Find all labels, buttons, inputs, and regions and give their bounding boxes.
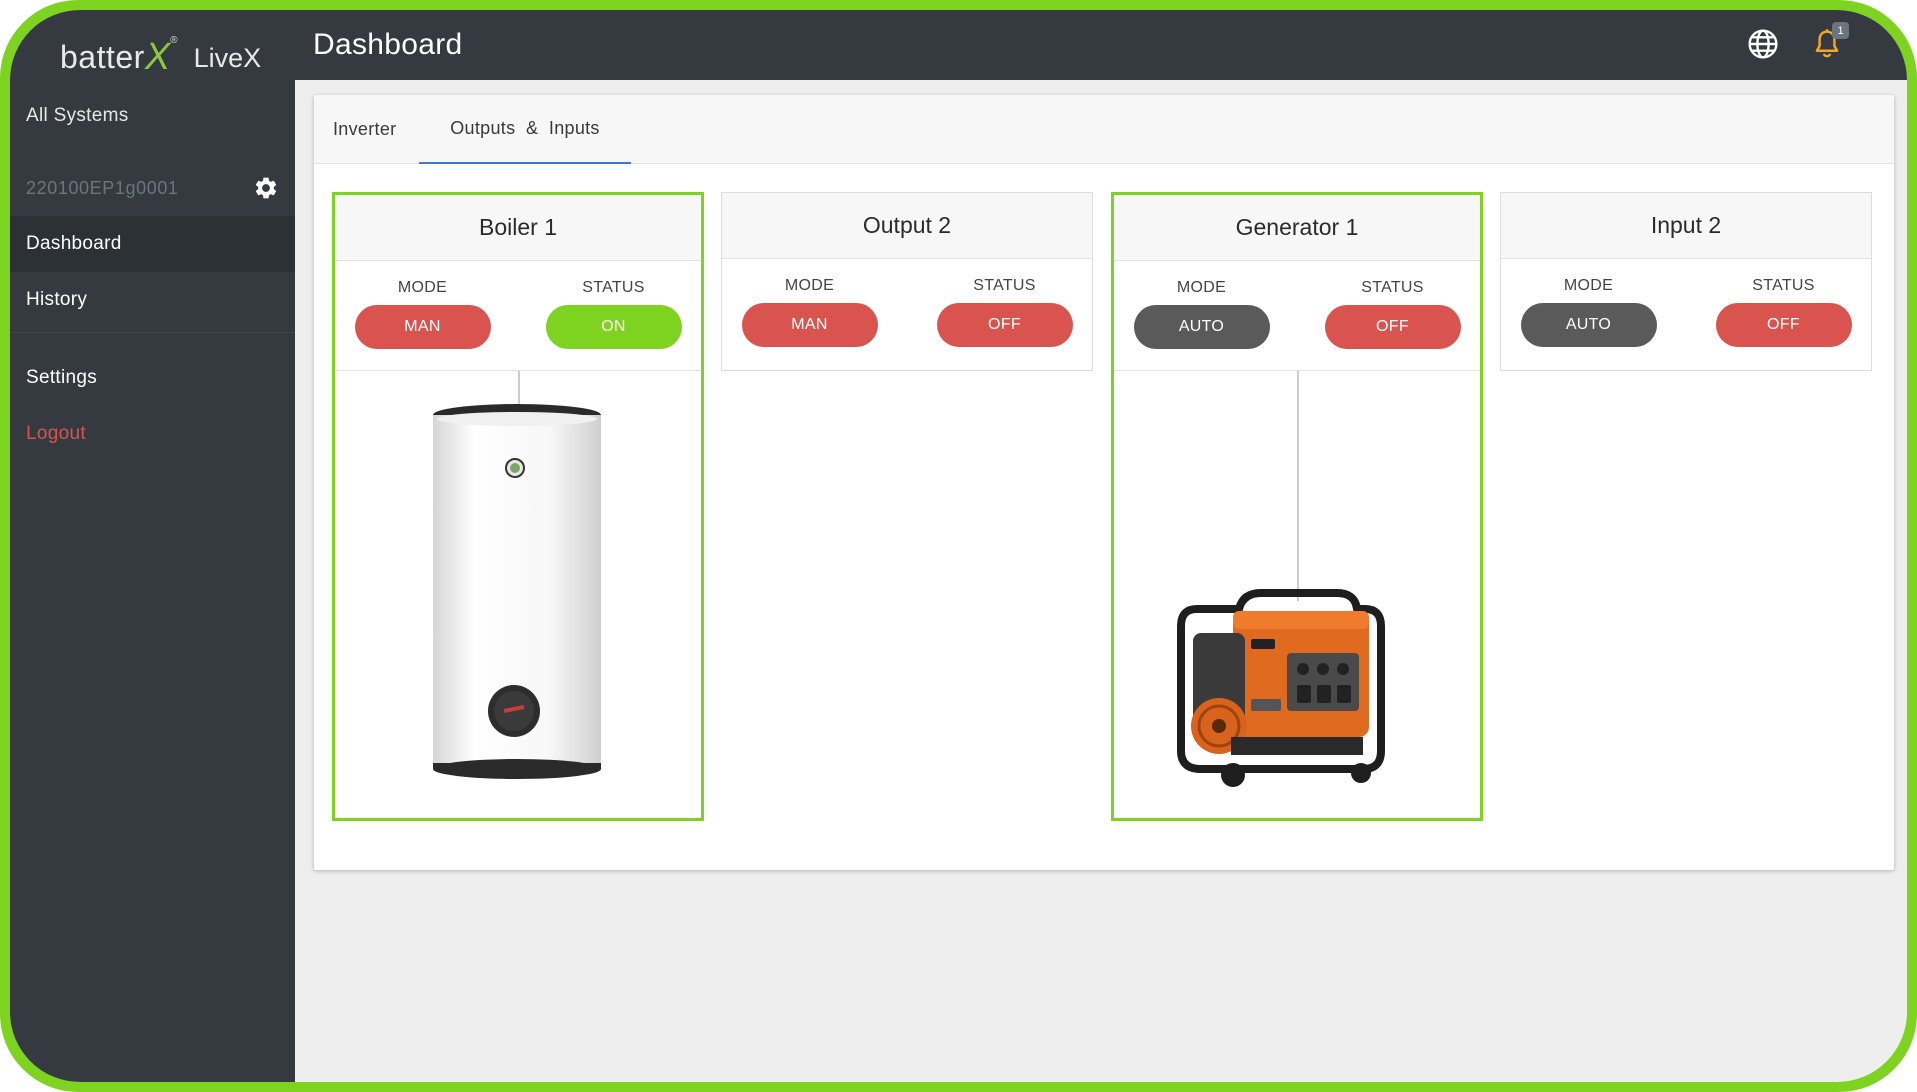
device-selector: 220100EP1g0001 (10, 160, 295, 216)
status-label: STATUS (1752, 277, 1815, 294)
status-column: STATUS OFF (1305, 261, 1480, 349)
device-card-title: Input 2 (1501, 193, 1871, 259)
device-card-controls: MODE AUTO STATUS OFF (1114, 261, 1480, 371)
mode-column: MODE AUTO (1114, 261, 1289, 349)
top-bar: Dashboard 1 (295, 10, 1907, 80)
sidebar: batter X ® LiveX All Systems 220100EP1g0001… (10, 10, 295, 1082)
sidebar-item-logout[interactable]: Logout (10, 406, 295, 462)
status-label: STATUS (582, 279, 645, 296)
device-card-boiler: Boiler 1 MODE MAN STATUS ON (332, 192, 704, 821)
gear-icon (255, 177, 277, 199)
status-column: STATUS OFF (917, 259, 1092, 347)
device-card-controls: MODE AUTO STATUS OFF (1501, 259, 1871, 369)
device-settings-button[interactable] (253, 175, 279, 201)
status-column: STATUS OFF (1696, 259, 1871, 347)
page-title: Dashboard (313, 28, 463, 61)
mode-button[interactable]: MAN (741, 303, 878, 347)
logo-product: LiveX (193, 43, 262, 73)
sidebar-item-settings[interactable]: Settings (10, 350, 295, 406)
mode-column: MODE AUTO (1501, 259, 1676, 347)
status-button[interactable]: OFF (1715, 303, 1852, 347)
tabs-bar: Inverter Outputs & Inputs (314, 95, 1894, 164)
device-card-controls: MODE MAN STATUS ON (335, 261, 701, 371)
device-frame: batter X ® LiveX All Systems 220100EP1g0001… (0, 0, 1917, 1092)
mode-label: MODE (1563, 277, 1614, 294)
status-button[interactable]: OFF (936, 303, 1073, 347)
status-column: STATUS ON (526, 261, 701, 349)
tab-inverter[interactable]: Inverter (333, 95, 396, 164)
mode-label: MODE (784, 277, 835, 294)
boiler-image-area (335, 371, 701, 818)
mode-column: MODE MAN (335, 261, 510, 349)
status-label: STATUS (1361, 279, 1424, 296)
logo-brand-x: X (144, 36, 171, 78)
device-card-generator: Generator 1 MODE AUTO STATUS OFF (1111, 192, 1483, 821)
device-card-title: Generator 1 (1114, 195, 1480, 261)
device-card-title: Boiler 1 (335, 195, 701, 261)
language-button[interactable] (1743, 24, 1783, 64)
globe-icon (1748, 29, 1778, 59)
notifications-button[interactable]: 1 (1807, 22, 1849, 64)
mode-button[interactable]: MAN (354, 305, 491, 349)
status-label: STATUS (973, 277, 1036, 294)
all-systems-link[interactable]: All Systems (26, 105, 129, 127)
notification-badge: 1 (1832, 22, 1849, 39)
app-screen: batter X ® LiveX All Systems 220100EP1g0001… (10, 10, 1907, 1082)
mode-button[interactable]: AUTO (1520, 303, 1657, 347)
logo-brand: batter (60, 39, 145, 75)
device-card-controls: MODE MAN STATUS OFF (722, 259, 1092, 369)
logo[interactable]: batter X ® LiveX (60, 26, 261, 76)
mode-label: MODE (397, 279, 448, 296)
logo-registered-mark: ® (170, 35, 178, 46)
device-card-output-2: Output 2 MODE MAN STATUS OFF (721, 192, 1093, 371)
sidebar-divider (10, 332, 295, 333)
sidebar-item-history[interactable]: History (10, 272, 295, 328)
device-card-title: Output 2 (722, 193, 1092, 259)
topbar-icons: 1 (1743, 22, 1849, 64)
boiler-image (433, 404, 601, 779)
device-card-input-2: Input 2 MODE AUTO STATUS OFF (1500, 192, 1872, 371)
status-button[interactable]: ON (545, 305, 682, 349)
tab-outputs-inputs[interactable]: Outputs & Inputs (419, 95, 631, 164)
generator-image (1177, 589, 1385, 787)
status-button[interactable]: OFF (1324, 305, 1461, 349)
mode-column: MODE MAN (722, 259, 897, 347)
main-card: Inverter Outputs & Inputs Boiler 1 MODE … (314, 95, 1894, 870)
mode-label: MODE (1176, 279, 1227, 296)
generator-image-area (1114, 371, 1480, 818)
sidebar-item-dashboard[interactable]: Dashboard (10, 216, 295, 272)
mode-button[interactable]: AUTO (1133, 305, 1270, 349)
device-id: 220100EP1g0001 (26, 177, 179, 198)
